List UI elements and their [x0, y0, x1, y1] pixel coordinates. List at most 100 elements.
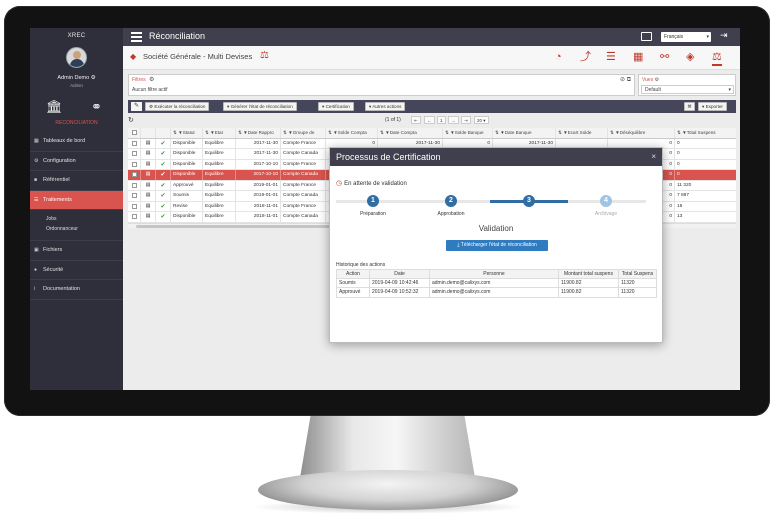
view-select[interactable]: Default ▾ [641, 85, 734, 94]
table-cell: 2017-11-30 [236, 149, 281, 159]
certification-button[interactable]: ▾ Certification [318, 102, 354, 111]
table-cell: 0 [677, 172, 680, 177]
column-header[interactable]: ⇅ ▼Date Banque [493, 128, 556, 138]
generate-report-button[interactable]: ▾ Générer l'état de réconciliation [223, 102, 297, 111]
tags-icon[interactable]: ◈ [686, 50, 694, 64]
column-header[interactable]: ⇅ ▼Total Suspens [675, 128, 736, 138]
document-icon[interactable]: ▤ [141, 201, 156, 212]
table-cell: Disponible [171, 149, 203, 159]
row-checkbox[interactable] [132, 214, 137, 219]
external-link-icon[interactable]: ⧉ [627, 77, 631, 83]
row-checkbox[interactable] [132, 203, 137, 209]
close-icon[interactable]: × [651, 148, 656, 166]
file-icon: ▣ [34, 247, 39, 253]
menu-icon[interactable] [131, 32, 142, 42]
view-gear-icon[interactable]: ⚙ [655, 77, 659, 83]
app-name: XREC [67, 33, 86, 39]
document-icon[interactable]: ▤ [141, 191, 156, 201]
row-checkbox[interactable] [132, 172, 137, 177]
row-checkbox[interactable] [132, 161, 137, 167]
column-header[interactable]: ⇅ ▼Solde Banque [443, 128, 493, 138]
page-size-select[interactable]: 20 ▾ [474, 116, 489, 124]
sidebar-item-securite[interactable]: ● Sécurité [30, 261, 123, 280]
page-title: Réconciliation [149, 31, 206, 41]
sidebar-subitem-ordonnanceur[interactable]: Ordonnanceur [46, 224, 123, 234]
sidebar-subitem-jobs[interactable]: Jobs [46, 214, 123, 224]
grid-icon[interactable]: ▦ [633, 50, 643, 64]
attach-icon[interactable]: ⌘ [684, 102, 695, 111]
clear-filter-icon[interactable]: ⊘ [620, 77, 625, 83]
sidebar-item-fichiers[interactable]: ▣ Fichiers [30, 241, 123, 261]
line-chart-icon[interactable]: ⤴ [580, 50, 591, 64]
history-cell: Soumis [336, 278, 369, 288]
filter-value: Aucun filtre actif [132, 87, 168, 93]
first-page-button[interactable]: ⇤ [411, 116, 421, 124]
check-icon: ✔ [160, 193, 166, 199]
language-select[interactable]: Français ▾ [661, 32, 711, 42]
next-page-button[interactable]: → [448, 116, 459, 124]
folder-icon: ■ [34, 177, 38, 183]
bank-icon[interactable]: 🏛 [46, 98, 63, 116]
download-report-button[interactable]: ⤓ Télécharger l'état de réconciliation [446, 240, 548, 251]
document-icon[interactable]: ▤ [141, 138, 156, 149]
gauge-icon[interactable]: ◔ [555, 50, 562, 64]
select-all-checkbox[interactable] [132, 130, 137, 135]
export-button[interactable]: ▾ Exporter [698, 102, 727, 111]
filter-panel: Filtres ⚙ Aucun filtre actif ⊘ ⧉ [128, 74, 635, 96]
row-checkbox[interactable] [132, 140, 137, 146]
link-icon[interactable]: ⚯ [660, 50, 669, 64]
check-icon: ✔ [160, 172, 166, 178]
user-name[interactable]: Admin Demo ⚙ [30, 75, 123, 81]
row-checkbox[interactable] [132, 182, 137, 188]
last-page-button[interactable]: ⇥ [461, 116, 471, 124]
table-cell: 2019-01-01 [236, 191, 281, 201]
table-cell: 2017-11-30 [236, 138, 281, 149]
user-gear-icon[interactable]: ⚙ [91, 75, 96, 81]
sidebar-item-documentation[interactable]: i Documentation [30, 280, 123, 300]
row-checkbox[interactable] [132, 193, 137, 198]
document-icon[interactable]: ▤ [141, 149, 156, 159]
logout-icon[interactable]: ⇥ [720, 30, 728, 41]
column-header[interactable]: ⇅ ▼Date Rappro [236, 128, 281, 138]
gear-icon: ⚙ [34, 157, 39, 164]
links-icon[interactable]: ⚭ [91, 98, 102, 116]
table-cell: Revise [171, 201, 203, 212]
table-cell: 11 320 [677, 182, 692, 188]
avatar[interactable] [66, 47, 87, 68]
sidebar-item-traitements[interactable]: ☰ Traitements [30, 190, 123, 210]
document-icon[interactable]: ▤ [141, 212, 156, 222]
column-header[interactable]: ⇅ ▼Déséquilibre [608, 128, 675, 138]
other-actions-button[interactable]: ▾ Autres actions [365, 102, 406, 111]
filter-gear-icon[interactable]: ⚙ [149, 76, 154, 83]
step-2: 2 [445, 195, 457, 207]
column-header[interactable]: ⇅ ▼Groupe de [281, 128, 326, 138]
document-icon[interactable]: ▤ [141, 170, 156, 180]
wrench-icon[interactable]: ✎ [131, 102, 142, 111]
history-cell: admin.demo@calixys.com [429, 288, 558, 297]
sidebar-item-configuration[interactable]: ⚙ Configuration [30, 152, 123, 171]
refresh-icon[interactable]: ↻ [128, 116, 134, 124]
keyboard-icon[interactable] [641, 32, 652, 41]
current-page-button[interactable]: 1 [437, 116, 446, 124]
users-icon: ● [34, 266, 38, 273]
column-header[interactable]: ⇅ ▼Statut [171, 128, 203, 138]
clock-icon: ◷ [336, 180, 343, 187]
balance-icon[interactable]: ⚖ [712, 50, 722, 66]
column-header[interactable]: ⇅ ▼Ecart Solde [556, 128, 608, 138]
table-cell: 7 887 [677, 193, 690, 198]
document-icon[interactable]: ▤ [141, 159, 156, 170]
table-cell: Compte France [281, 201, 326, 212]
execute-reconciliation-button[interactable]: ⚙ Exécuter la réconciliation [145, 102, 210, 111]
row-checkbox[interactable] [132, 151, 137, 156]
list-icon[interactable]: ☰ [606, 50, 616, 64]
prev-page-button[interactable]: ← [424, 116, 435, 124]
column-header[interactable]: ⇅ ▼Solde Compta [326, 128, 378, 138]
table-cell: 0 [677, 151, 680, 156]
column-header[interactable]: ⇅ ▼Etat [203, 128, 236, 138]
table-cell: Equilibre [203, 191, 236, 201]
check-icon: ✔ [160, 151, 166, 157]
sidebar-item-referentiel[interactable]: ■ Référentiel [30, 171, 123, 191]
document-icon[interactable]: ▤ [141, 180, 156, 191]
column-header[interactable]: ⇅ ▼Date Compta [378, 128, 443, 138]
sidebar-item-dashboards[interactable]: ▦ Tableaux de bord [30, 132, 123, 152]
